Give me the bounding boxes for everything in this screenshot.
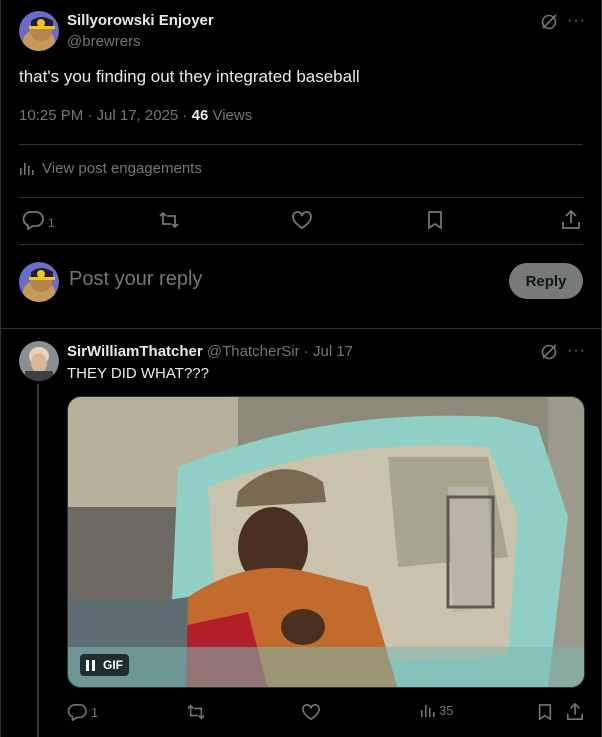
repost-icon	[187, 704, 205, 720]
analytics-icon	[20, 163, 34, 175]
grok-icon[interactable]	[540, 13, 558, 31]
reply-author: SirWilliamThatcher @ThatcherSir · Jul 17	[67, 343, 353, 360]
repost-icon	[159, 211, 179, 229]
post-timestamp[interactable]: 10:25 PM · Jul 17, 2025 ·	[19, 107, 192, 124]
reply-text: THEY DID WHAT???	[67, 365, 209, 382]
bookmark-icon	[538, 704, 552, 721]
thread-line	[37, 384, 39, 737]
reply-icon	[22, 211, 44, 230]
reply-count: 1	[91, 704, 99, 720]
author-name[interactable]: Sillyorowski Enjoyer	[67, 12, 214, 29]
composer-avatar[interactable]	[19, 262, 59, 302]
reply-action[interactable]: 1	[22, 210, 55, 230]
gif-badge[interactable]: GIF	[80, 654, 129, 676]
repost-action[interactable]	[186, 703, 206, 721]
analytics-icon	[421, 705, 435, 717]
bookmark-action[interactable]	[537, 703, 553, 721]
reply-count: 1	[48, 216, 55, 230]
views-action[interactable]: 35	[420, 703, 453, 718]
share-icon	[562, 210, 580, 229]
section-divider	[0, 328, 602, 329]
views-count: 35	[439, 703, 454, 718]
like-action[interactable]	[291, 210, 313, 230]
repost-action[interactable]	[158, 210, 180, 230]
more-options-icon[interactable]: ···	[567, 343, 585, 364]
heart-icon	[302, 703, 320, 721]
post-text: that's you finding out they integrated b…	[19, 67, 360, 86]
reply-action[interactable]: 1	[67, 703, 98, 721]
divider	[19, 144, 583, 145]
divider	[19, 197, 583, 198]
share-action[interactable]	[561, 210, 581, 230]
reply-author-name[interactable]: SirWilliamThatcher	[67, 343, 203, 360]
share-icon	[566, 703, 584, 721]
reply-button[interactable]: Reply	[509, 263, 583, 299]
pause-icon[interactable]	[86, 659, 95, 671]
reply-icon	[67, 703, 87, 721]
reply-author-meta[interactable]: @ThatcherSir · Jul 17	[203, 343, 353, 360]
reply-input[interactable]: Post your reply	[69, 268, 202, 291]
post-meta: 10:25 PM · Jul 17, 2025 · 46 Views	[19, 107, 252, 124]
bookmark-icon	[428, 211, 442, 230]
more-options-icon[interactable]: ···	[567, 13, 585, 34]
author-avatar[interactable]	[19, 11, 59, 51]
gif-label: GIF	[103, 658, 123, 672]
heart-icon	[292, 211, 312, 230]
share-action[interactable]	[566, 703, 584, 721]
views-count: 46	[191, 107, 209, 124]
view-engagements-link[interactable]: View post engagements	[19, 160, 202, 177]
engagements-label: View post engagements	[42, 160, 202, 177]
like-action[interactable]	[301, 703, 321, 721]
reply-author-avatar[interactable]	[19, 341, 59, 381]
grok-icon[interactable]	[540, 343, 558, 361]
views-label: Views	[208, 107, 253, 124]
reply-gif[interactable]: GIF	[67, 396, 585, 688]
bookmark-action[interactable]	[426, 210, 444, 230]
author-handle[interactable]: @brewrers	[67, 33, 141, 50]
divider	[19, 244, 583, 245]
